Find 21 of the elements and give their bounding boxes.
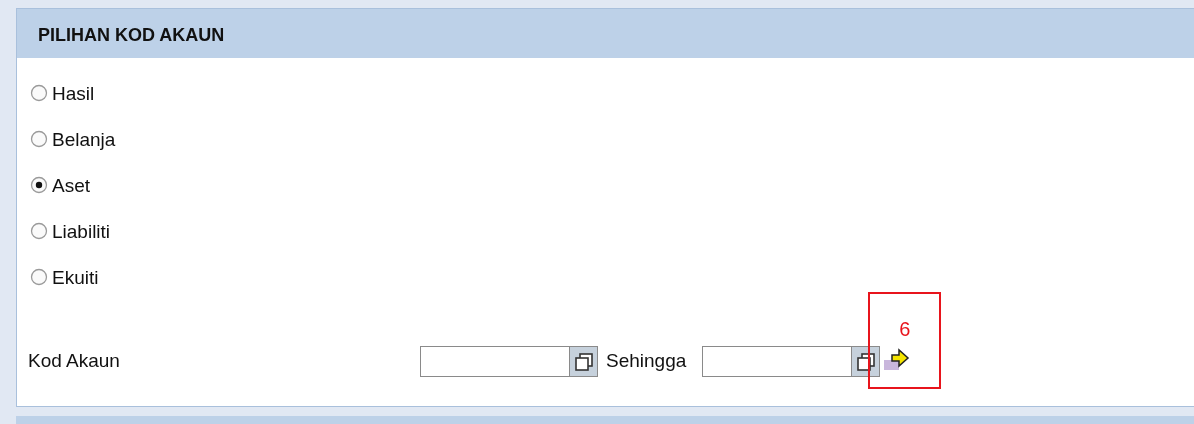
input-field[interactable] <box>420 346 598 377</box>
option-label: Hasil <box>52 82 95 106</box>
input-field[interactable] <box>702 346 881 377</box>
lookup-button[interactable] <box>851 347 880 376</box>
radio-button[interactable] <box>30 130 48 148</box>
annotation-callout: 6 <box>868 292 942 389</box>
option-label: Liabiliti <box>52 220 111 244</box>
arrow-icon[interactable] <box>884 348 911 370</box>
windows-icon <box>855 351 876 372</box>
option-label: Aset <box>52 174 91 198</box>
radio-button[interactable] <box>30 176 48 194</box>
field-label: Kod Akaun <box>28 349 121 374</box>
windows-icon <box>573 351 594 372</box>
lookup-button[interactable] <box>569 347 597 376</box>
radio-button[interactable] <box>30 268 48 286</box>
option-label: Belanja <box>52 128 116 152</box>
option-label: Ekuiti <box>52 266 99 290</box>
range-label: Sehingga <box>606 349 687 374</box>
radio-button[interactable] <box>30 222 48 240</box>
panel-title: PILIHAN KOD AKAUN <box>38 25 225 45</box>
radio-button[interactable] <box>30 84 48 102</box>
